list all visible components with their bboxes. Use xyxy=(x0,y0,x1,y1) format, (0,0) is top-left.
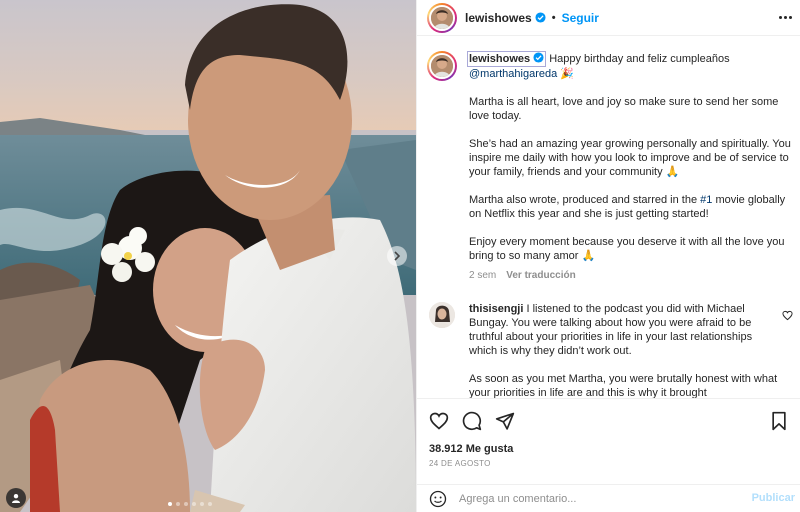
post-photo[interactable] xyxy=(0,0,416,512)
caption-meta: 2 sem Ver traducción xyxy=(469,269,797,283)
caption-paragraph-3: Martha also wrote, produced and starred … xyxy=(469,194,786,220)
header-separator: • xyxy=(551,11,556,24)
share-icon[interactable] xyxy=(495,411,515,431)
party-emoji: 🎉 xyxy=(560,68,574,80)
user-avatar[interactable] xyxy=(427,2,457,33)
comment-paragraph-2: As soon as you met Martha, you were brut… xyxy=(469,373,778,398)
carousel-dot xyxy=(184,502,188,506)
translate-link[interactable]: Ver traducción xyxy=(506,269,575,283)
comment-icon[interactable] xyxy=(462,411,482,431)
publish-button[interactable]: Publicar xyxy=(752,492,795,504)
user-tag-icon xyxy=(12,494,20,503)
post-header: lewishowes • Seguir xyxy=(417,0,800,36)
caption-avatar[interactable] xyxy=(427,51,457,81)
commenter-username[interactable]: thisisengji xyxy=(469,303,523,315)
avatar-image xyxy=(431,6,453,29)
caption-intro: Happy birthday and feliz cumpleaños xyxy=(549,53,730,65)
comments-section[interactable]: lewishowes Happy birthday and feliz cump… xyxy=(417,37,800,398)
post-date: 24 DE AGOSTO xyxy=(429,459,491,468)
comment-item: thisisengji I listened to the podcast yo… xyxy=(427,302,797,398)
avatar-image xyxy=(431,55,453,77)
hashtag-link[interactable]: #1 xyxy=(700,194,712,206)
likes-count[interactable]: 38.912 Me gusta xyxy=(429,443,513,455)
instagram-post: lewishowes • Seguir lewishowes Happy bir… xyxy=(0,0,800,512)
carousel-dot xyxy=(208,502,212,506)
verified-badge-icon xyxy=(533,52,544,63)
verified-badge-icon xyxy=(535,12,546,23)
mention-link[interactable]: @marthahigareda xyxy=(469,68,557,80)
post-caption: lewishowes Happy birthday and feliz cump… xyxy=(427,51,797,283)
add-comment-bar: Publicar xyxy=(417,484,800,512)
carousel-dot xyxy=(168,502,172,506)
carousel-dot xyxy=(200,502,204,506)
more-options-icon[interactable] xyxy=(777,10,793,24)
caption-time[interactable]: 2 sem xyxy=(469,269,496,283)
carousel-dot xyxy=(176,502,180,506)
avatar-image xyxy=(429,302,455,328)
caption-paragraph-4: Enjoy every moment because you deserve i… xyxy=(469,236,785,262)
heart-icon[interactable] xyxy=(429,411,449,431)
carousel-indicator xyxy=(168,502,212,506)
bookmark-icon[interactable] xyxy=(769,411,789,431)
header-username[interactable]: lewishowes xyxy=(465,11,532,25)
carousel-dot xyxy=(192,502,196,506)
comment-text: thisisengji I listened to the podcast yo… xyxy=(469,302,781,398)
action-bar: 38.912 Me gusta 24 DE AGOSTO xyxy=(417,398,800,472)
emoji-icon[interactable] xyxy=(429,490,447,508)
selfie-photo xyxy=(0,0,416,512)
commenter-avatar[interactable] xyxy=(429,302,455,328)
like-comment-heart-icon[interactable] xyxy=(782,310,793,321)
caption-username[interactable]: lewishowes xyxy=(467,51,547,67)
caption-paragraph-2: She’s had an amazing year growing person… xyxy=(469,138,791,178)
follow-button[interactable]: Seguir xyxy=(562,11,599,25)
caption-paragraph-1: Martha is all heart, love and joy so mak… xyxy=(469,96,779,122)
tagged-users-button[interactable] xyxy=(6,488,26,508)
chevron-right-icon xyxy=(394,251,401,261)
next-image-button[interactable] xyxy=(387,246,407,266)
post-panel: lewishowes • Seguir lewishowes Happy bir… xyxy=(416,0,800,512)
comment-input[interactable] xyxy=(459,492,729,505)
caption-text: lewishowes Happy birthday and feliz cump… xyxy=(467,51,797,283)
